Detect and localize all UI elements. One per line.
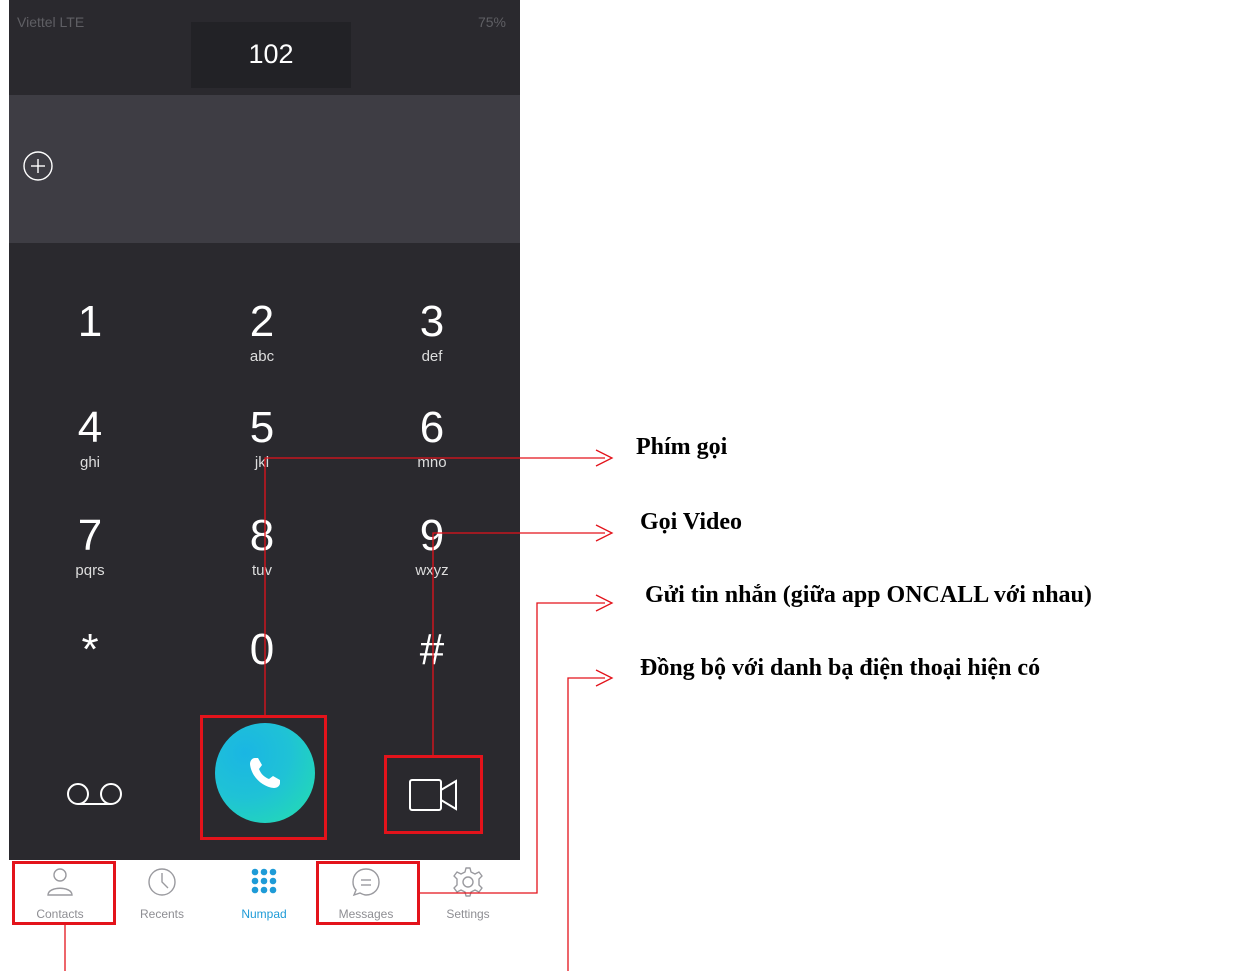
annotation-contacts-sync: Đồng bộ với danh bạ điện thoại hiện có xyxy=(640,655,1041,681)
annotation-call-key: Phím gọi xyxy=(636,434,728,460)
annotation-lines xyxy=(64,449,614,971)
messages-leader xyxy=(420,602,605,894)
video-call-leader xyxy=(432,532,605,755)
call-key-leader xyxy=(264,457,605,715)
annotation-messages: Gửi tin nhắn (giữa app ONCALL với nhau) xyxy=(645,582,1092,608)
contacts-sync-leader xyxy=(567,677,605,971)
annotation-video-call: Gọi Video xyxy=(640,509,743,535)
